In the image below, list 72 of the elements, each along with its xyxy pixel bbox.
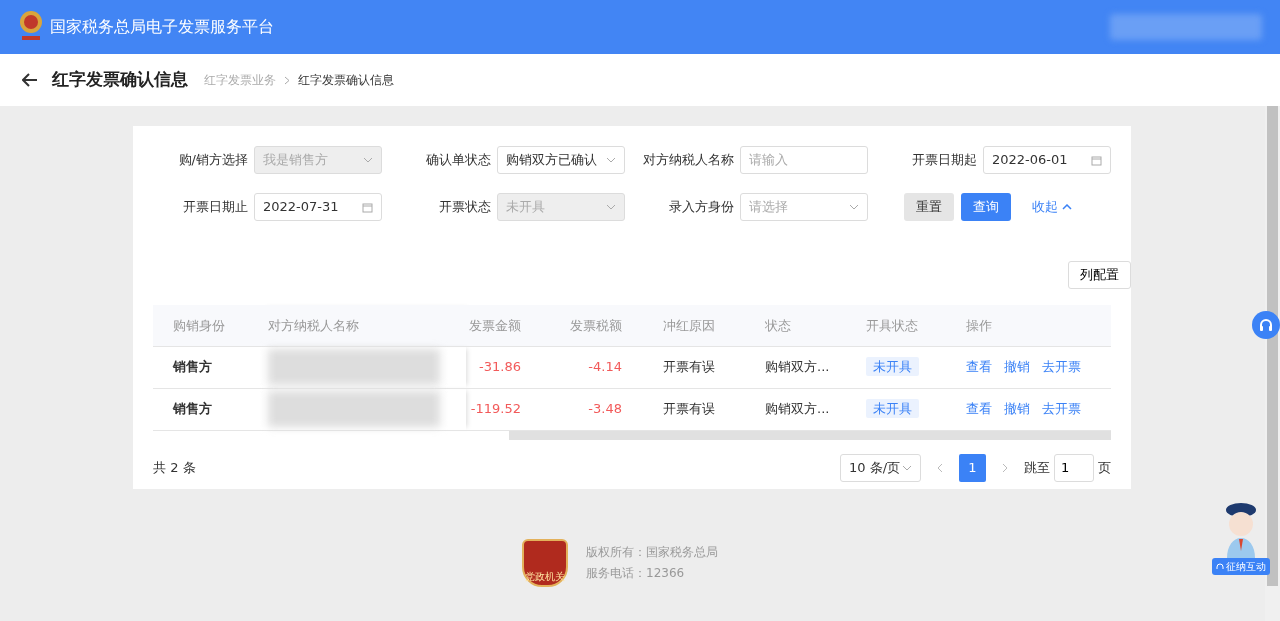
horizontal-scrollbar[interactable]	[509, 430, 1111, 440]
calendar-icon	[1091, 154, 1102, 166]
column-header: 开具状态	[866, 317, 918, 333]
chevron-down-icon	[363, 157, 373, 163]
jump-label: 跳至	[1024, 458, 1050, 477]
select-field[interactable]: 购销双方已确认	[497, 146, 625, 174]
column-header: 操作	[966, 317, 992, 333]
breadcrumb-item[interactable]: 红字发票业务	[204, 71, 276, 89]
chevron-up-icon	[1062, 204, 1072, 210]
column-header: 冲红原因	[663, 317, 715, 333]
column-header: 购销身份	[173, 317, 225, 333]
table-cell: 开票有误	[663, 401, 715, 417]
filter-label: 对方纳税人名称	[642, 151, 734, 170]
headset-icon	[1259, 318, 1273, 332]
action-link[interactable]: 撤销	[1004, 401, 1030, 417]
action-link[interactable]: 撤销	[1004, 359, 1030, 375]
page-unit: 页	[1098, 458, 1111, 477]
filter-label: 开票日期起	[911, 151, 977, 170]
table-cell: 购销双方...	[765, 401, 830, 417]
page-title: 红字发票确认信息	[52, 68, 188, 92]
select-field[interactable]: 请选择	[740, 193, 868, 221]
reset-button[interactable]: 重置	[904, 193, 954, 221]
column-header: 发票金额	[469, 317, 521, 333]
filter-label: 开票日期止	[182, 198, 248, 217]
column-config-button[interactable]: 列配置	[1068, 261, 1131, 289]
table-cell: -31.86	[479, 359, 521, 375]
query-button[interactable]: 查询	[961, 193, 1011, 221]
table-cell: -4.14	[588, 359, 622, 375]
headset-button[interactable]	[1252, 311, 1280, 339]
column-header: 状态	[765, 317, 791, 333]
table-cell: 销售方	[173, 401, 212, 417]
column-header: 发票税额	[570, 317, 622, 333]
filter-label: 录入方身份	[668, 198, 734, 217]
filter-label: 确认单状态	[425, 151, 491, 170]
total-count: 共 2 条	[153, 458, 196, 477]
collapse-link[interactable]: 收起	[1032, 197, 1072, 217]
input-field[interactable]: 请输入	[740, 146, 868, 174]
status-tag: 未开具	[866, 357, 919, 377]
calendar-icon	[362, 201, 373, 213]
back-arrow-icon[interactable]	[22, 73, 38, 87]
assistant-button[interactable]: 征纳互动	[1212, 558, 1270, 575]
chevron-down-icon	[902, 464, 912, 471]
action-link[interactable]: 去开票	[1042, 359, 1081, 375]
table-cell: 销售方	[173, 359, 212, 375]
table-cell: 购销双方...	[765, 359, 830, 375]
page-button[interactable]: 1	[959, 453, 986, 482]
page-input[interactable]: 1	[1054, 453, 1094, 482]
copyright-text: 版权所有：国家税务总局	[586, 544, 718, 561]
date-field[interactable]: 2022-07-31	[254, 193, 382, 221]
chevron-down-icon	[849, 204, 859, 210]
filter-label: 购/销方选择	[177, 151, 248, 170]
chevron-down-icon	[606, 157, 616, 163]
phone-text: 服务电话：12366	[586, 565, 686, 582]
status-tag: 未开具	[866, 399, 919, 419]
table-cell: -3.48	[588, 401, 622, 417]
previous-page-icon[interactable]	[937, 463, 943, 474]
chevron-down-icon	[606, 204, 616, 210]
action-link[interactable]: 查看	[966, 401, 992, 417]
logo-text: 党政机关	[525, 572, 565, 582]
action-link[interactable]: 查看	[966, 359, 992, 375]
next-page-icon[interactable]	[1002, 463, 1008, 474]
page-size-select[interactable]: 10 条/页	[840, 453, 921, 482]
breadcrumb-item: 红字发票确认信息	[298, 72, 394, 89]
chevron-right-icon	[284, 75, 290, 85]
table-cell: 开票有误	[663, 359, 715, 375]
platform-title: 国家税务总局电子发票服务平台	[50, 16, 274, 38]
headset-icon	[1216, 562, 1224, 571]
filter-label: 开票状态	[438, 198, 491, 217]
action-link[interactable]: 去开票	[1042, 401, 1081, 417]
date-field[interactable]: 2022-06-01	[983, 146, 1111, 174]
column-header: 对方纳税人名称	[268, 317, 359, 333]
table-cell: -119.52	[470, 401, 521, 417]
